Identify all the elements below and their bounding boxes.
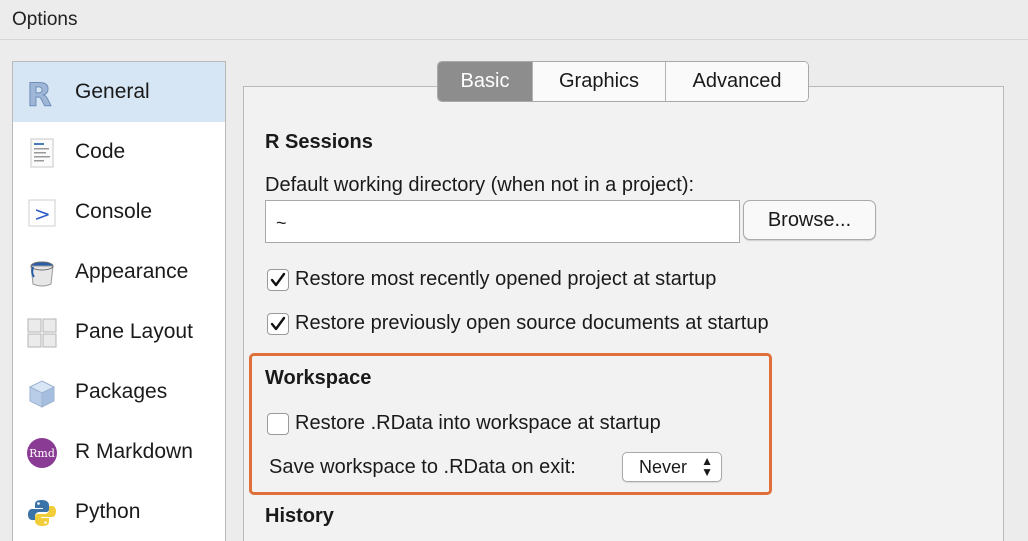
package-box-icon — [25, 376, 59, 410]
sidebar-item-packages[interactable]: Packages — [13, 362, 225, 422]
window-titlebar: Options — [0, 0, 1028, 40]
working-dir-label: Default working directory (when not in a… — [265, 174, 695, 196]
rmd-icon: Rmd — [25, 436, 59, 470]
sidebar-item-console[interactable]: > Console — [13, 182, 225, 242]
save-workspace-value: Never — [639, 457, 688, 477]
save-workspace-label: Save workspace to .RData on exit: — [269, 456, 576, 478]
tab-graphics[interactable]: Graphics — [533, 62, 666, 101]
tab-advanced[interactable]: Advanced — [666, 62, 808, 101]
sidebar-item-label: Pane Layout — [75, 320, 193, 343]
sidebar-item-label: General — [75, 80, 150, 103]
sidebar-item-code[interactable]: Code — [13, 122, 225, 182]
pane-grid-icon — [25, 316, 59, 350]
svg-text:R: R — [27, 76, 52, 110]
sidebar-item-pane-layout[interactable]: Pane Layout — [13, 302, 225, 362]
console-prompt-icon: > — [25, 196, 59, 230]
restore-docs-label: Restore previously open source documents… — [295, 312, 769, 334]
restore-docs-checkbox[interactable] — [267, 313, 289, 335]
sidebar-item-label: Code — [75, 140, 126, 163]
sidebar-item-appearance[interactable]: Appearance — [13, 242, 225, 302]
checkmark-icon — [270, 316, 286, 331]
svg-text:>: > — [34, 202, 51, 226]
code-doc-icon — [25, 136, 59, 170]
python-icon — [25, 496, 59, 530]
sidebar-item-label: Python — [75, 500, 141, 523]
sidebar-item-python[interactable]: Python — [13, 482, 225, 541]
sidebar-item-label: Packages — [75, 380, 168, 403]
sidebar-item-general[interactable]: R General — [13, 62, 225, 122]
window-title: Options — [12, 9, 78, 30]
tab-basic[interactable]: Basic — [438, 62, 533, 101]
checkmark-icon — [270, 272, 286, 287]
sidebar-item-label: R Markdown — [75, 440, 193, 463]
paint-bucket-icon — [25, 256, 59, 290]
options-sidebar: R General Code > Console Appearance Pane… — [12, 61, 226, 541]
section-heading-history: History — [265, 505, 334, 527]
sidebar-item-label: Appearance — [75, 260, 189, 283]
section-heading-r-sessions: R Sessions — [265, 131, 373, 153]
section-heading-workspace: Workspace — [265, 367, 372, 389]
svg-text:Rmd: Rmd — [29, 447, 55, 460]
sidebar-item-r-markdown[interactable]: Rmd R Markdown — [13, 422, 225, 482]
restore-project-label: Restore most recently opened project at … — [295, 268, 717, 290]
r-logo-icon: R — [25, 76, 59, 110]
sidebar-item-label: Console — [75, 200, 153, 223]
restore-rdata-label: Restore .RData into workspace at startup — [295, 412, 661, 434]
restore-project-checkbox[interactable] — [267, 269, 289, 291]
working-dir-field[interactable]: ~ — [265, 200, 740, 243]
browse-button[interactable]: Browse... — [743, 200, 876, 240]
restore-rdata-checkbox[interactable] — [267, 413, 289, 435]
updown-arrows-icon: ▲ ▼ — [701, 454, 713, 479]
tab-bar: Basic Graphics Advanced — [437, 61, 809, 102]
save-workspace-select[interactable]: Never ▲ ▼ — [622, 452, 722, 482]
